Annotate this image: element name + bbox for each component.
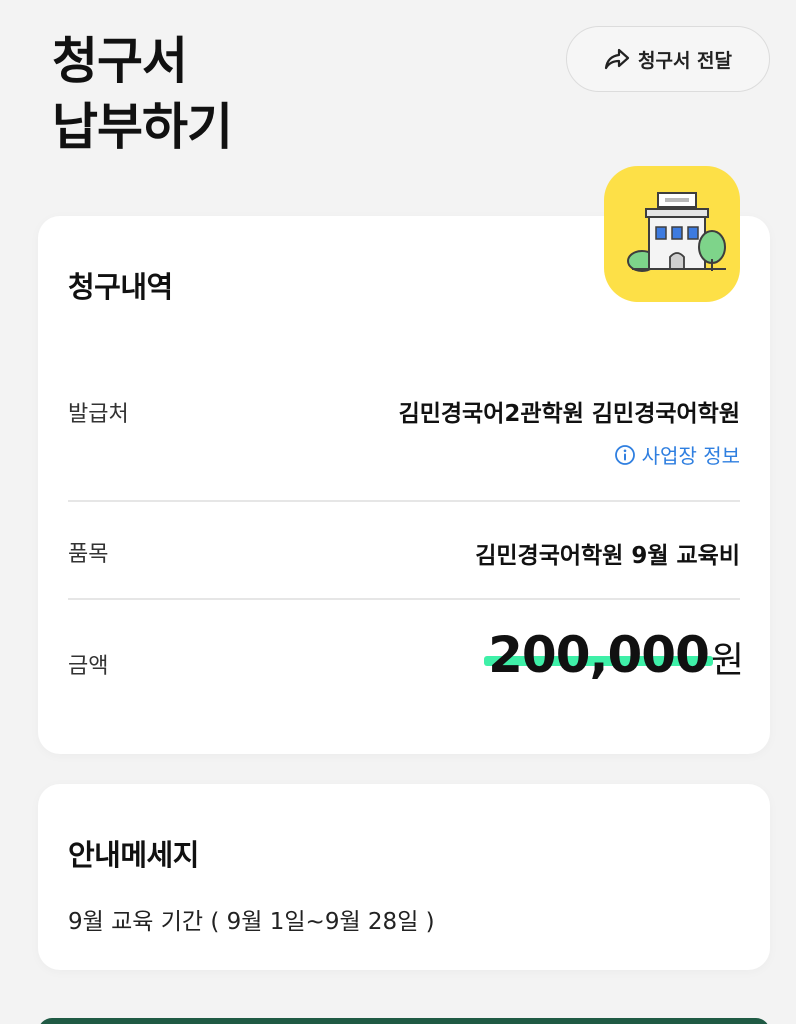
amount-number: 200,000 bbox=[484, 626, 713, 684]
notice-heading: 안내메세지 bbox=[68, 838, 199, 872]
page-title-line2: 납부하기 bbox=[52, 98, 233, 156]
amount-value: 200,000 bbox=[488, 626, 710, 684]
amount-unit: 원 bbox=[710, 640, 744, 681]
business-info-link[interactable]: 사업장 정보 bbox=[614, 440, 740, 469]
forward-invoice-label: 청구서 전달 bbox=[637, 49, 732, 72]
item-label: 품목 bbox=[68, 542, 109, 567]
share-arrow-icon bbox=[604, 48, 630, 70]
billing-heading: 청구내역 bbox=[68, 270, 173, 304]
info-icon bbox=[614, 444, 635, 465]
divider bbox=[68, 500, 740, 502]
page-title: 청구서 납부하기 bbox=[52, 28, 233, 160]
business-info-label: 사업장 정보 bbox=[641, 444, 740, 468]
item-value: 김민경국어학원 9월 교육비 bbox=[475, 543, 740, 569]
invoice-payment-page: 청구서 납부하기 청구서 전달 청구내역 발급처 김민경국어2관학원 김민경국어… bbox=[0, 0, 796, 1024]
pay-button[interactable] bbox=[38, 1018, 770, 1024]
page-title-line1: 청구서 bbox=[52, 32, 188, 90]
issuer-value: 김민경국어2관학원 김민경국어학원 bbox=[398, 401, 740, 427]
issuer-label: 발급처 bbox=[68, 402, 129, 427]
building-icon bbox=[627, 192, 726, 272]
building-badge bbox=[604, 166, 740, 302]
amount-label: 금액 bbox=[68, 654, 109, 679]
divider bbox=[68, 598, 740, 600]
amount-display: 200,000 원 bbox=[484, 626, 744, 684]
notice-message: 9월 교육 기간 ( 9월 1일~9월 28일 ) bbox=[68, 909, 435, 935]
forward-invoice-button[interactable]: 청구서 전달 bbox=[566, 26, 770, 92]
notice-card: 안내메세지 9월 교육 기간 ( 9월 1일~9월 28일 ) bbox=[38, 784, 770, 970]
